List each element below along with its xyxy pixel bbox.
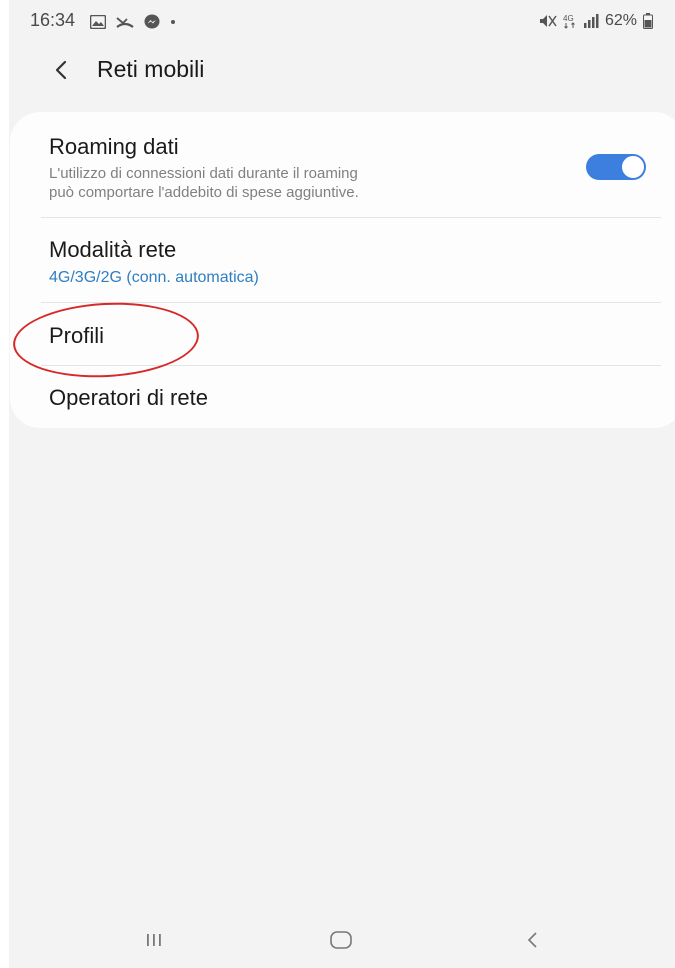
- signal-icon: [583, 14, 599, 28]
- roaming-toggle[interactable]: [586, 154, 646, 180]
- mute-icon: [539, 15, 557, 27]
- gallery-icon: [90, 15, 106, 29]
- nav-back-button[interactable]: [513, 920, 553, 960]
- home-button[interactable]: [321, 920, 361, 960]
- network-mode-title: Modalità rete: [49, 237, 177, 262]
- network-mode-value: 4G/3G/2G (conn. automatica): [49, 269, 259, 286]
- operators-setting[interactable]: Operatori di rete: [49, 385, 629, 411]
- home-icon: [330, 931, 352, 949]
- roaming-description: L'utilizzo di connessioni dati durante i…: [49, 164, 629, 202]
- operators-title: Operatori di rete: [49, 385, 208, 410]
- roaming-setting[interactable]: Roaming dati L'utilizzo di connessioni d…: [49, 134, 629, 202]
- missed-call-icon: [116, 17, 134, 28]
- svg-text:4G: 4G: [563, 14, 574, 23]
- roaming-title: Roaming dati: [49, 134, 179, 159]
- screen: 16:34 4G 62% Reti mobili Roaming dati L'…: [9, 0, 675, 968]
- roaming-description-line2: può comportare l'addebito di spese aggiu…: [49, 184, 359, 201]
- 4g-icon: 4G: [563, 14, 575, 29]
- back-icon: [527, 932, 537, 948]
- messenger-icon: [144, 14, 160, 29]
- navigation-bar: [9, 910, 675, 968]
- battery-percent: 62%: [604, 12, 637, 29]
- app-header: Reti mobili: [9, 44, 675, 100]
- toggle-knob: [621, 155, 645, 179]
- roaming-description-line1: L'utilizzo di connessioni dati durante i…: [49, 165, 358, 182]
- recents-button[interactable]: [134, 920, 174, 960]
- divider: [41, 217, 661, 218]
- system-indicators: 4G 62%: [539, 12, 653, 30]
- chevron-left-icon: [55, 60, 67, 80]
- battery-icon: [643, 13, 653, 29]
- status-time: 16:34: [30, 10, 76, 30]
- page-title: Reti mobili: [97, 56, 205, 82]
- status-bar: 16:34 4G 62%: [9, 0, 675, 44]
- dot-icon: [171, 20, 175, 24]
- notification-icons: [90, 14, 176, 30]
- network-mode-setting[interactable]: Modalità rete 4G/3G/2G (conn. automatica…: [49, 237, 629, 287]
- recents-icon: [147, 934, 161, 946]
- back-button[interactable]: [45, 54, 77, 86]
